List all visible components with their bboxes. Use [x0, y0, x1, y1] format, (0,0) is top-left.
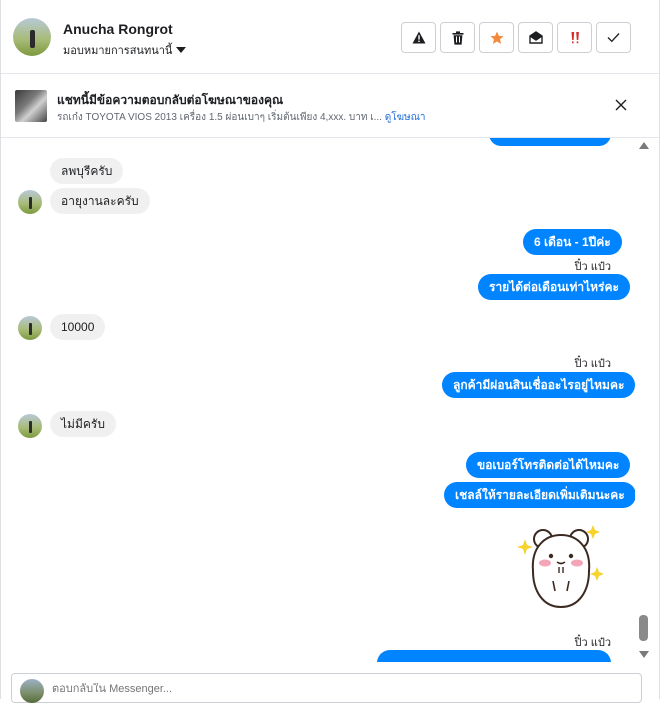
ad-reply-banner: แชทนี้มีข้อความตอบกลับต่อโฆษณาของคุณ รถเ…	[1, 74, 660, 138]
outgoing-message[interactable]: เชลล์ให้รายละเอียดเพิ่มเติมนะคะ	[444, 482, 635, 508]
report-button[interactable]	[401, 22, 436, 53]
chevron-down-icon	[176, 47, 187, 53]
outgoing-message[interactable]: รายได้ต่อเดือนเท่าไหร่คะ	[478, 274, 630, 300]
assign-conversation-dropdown[interactable]: มอบหมายการสนทนานี้	[63, 41, 187, 59]
incoming-message[interactable]: ลพบุรีครับ	[50, 158, 124, 184]
sender-name: ปิ๋ว แป๋ว	[574, 637, 611, 649]
conversation-toolbar	[401, 22, 631, 53]
message-thread[interactable]: ลพบุรีครับ อายุงานละครับ 6 เดือน - 1ปีค่…	[1, 138, 635, 662]
close-icon[interactable]	[613, 97, 629, 113]
delete-button[interactable]	[440, 22, 475, 53]
sender-name: ปิ๋ว แป๋ว	[574, 261, 611, 273]
incoming-message[interactable]: 10000	[50, 314, 106, 340]
contact-avatar-small	[18, 414, 42, 438]
mark-unread-button[interactable]	[518, 22, 553, 53]
outgoing-message[interactable]: ขอเบอร์โทรติดต่อได้ไหมคะ	[466, 452, 631, 478]
spam-button[interactable]	[557, 22, 592, 53]
star-icon	[490, 31, 503, 44]
ad-description-text: รถเก๋ง TOYOTA VIOS 2013 เครื่อง 1.5 ผ่อน…	[57, 112, 382, 123]
incoming-message[interactable]: อายุงานละครับ	[50, 188, 150, 214]
check-icon	[607, 33, 620, 43]
contact-name[interactable]: Anucha Rongrot	[63, 21, 173, 37]
messenger-conversation-panel: Anucha Rongrot มอบหมายการสนทนานี้ แชทนี้…	[0, 0, 660, 703]
scrollbar-thumb[interactable]	[639, 615, 648, 641]
outgoing-message[interactable]: 6 เดือน - 1ปีค่ะ	[523, 229, 622, 255]
mail-open-icon	[528, 31, 543, 44]
reply-input[interactable]	[52, 683, 612, 695]
contact-avatar[interactable]	[13, 18, 51, 56]
outgoing-message[interactable]	[377, 650, 611, 662]
assign-label: มอบหมายการสนทนานี้	[63, 45, 173, 57]
warning-icon	[412, 31, 425, 44]
ad-banner-description: รถเก๋ง TOYOTA VIOS 2013 เครื่อง 1.5 ผ่อน…	[57, 110, 426, 125]
conversation-header: Anucha Rongrot มอบหมายการสนทนานี้	[1, 0, 660, 74]
scroll-up-arrow-icon[interactable]	[639, 142, 649, 149]
contact-avatar-small	[18, 316, 42, 340]
outgoing-message[interactable]	[489, 138, 611, 146]
hamster-sticker[interactable]	[513, 521, 609, 611]
contact-avatar-small	[18, 190, 42, 214]
outgoing-message[interactable]: ลูกค้ามีผ่อนสินเชื่ออะไรอยู่ไหมคะ	[442, 372, 635, 398]
ad-thumbnail[interactable]	[15, 90, 47, 122]
ad-banner-title: แชทนี้มีข้อความตอบกลับต่อโฆษณาของคุณ	[57, 93, 284, 107]
trash-icon	[452, 30, 463, 45]
done-button[interactable]	[596, 22, 631, 53]
page-avatar	[20, 679, 44, 703]
spam-icon	[571, 31, 579, 43]
incoming-message[interactable]: ไม่มีครับ	[50, 411, 116, 437]
star-button[interactable]	[479, 22, 514, 53]
thread-scrollbar[interactable]	[637, 138, 651, 662]
sender-name: ปิ๋ว แป๋ว	[574, 358, 611, 370]
view-ad-link[interactable]: ดูโฆษณา	[385, 112, 426, 123]
scroll-down-arrow-icon[interactable]	[639, 651, 649, 658]
